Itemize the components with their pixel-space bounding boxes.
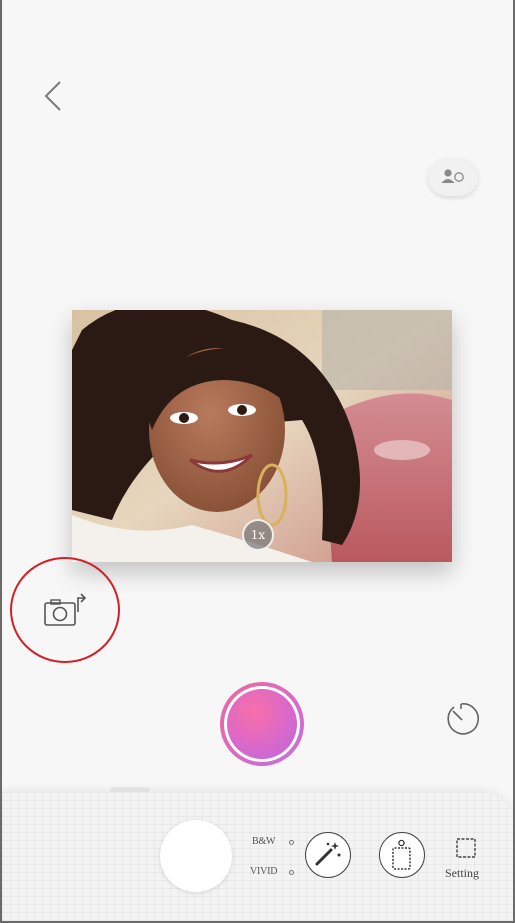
camera-screen: 1x B&W VIVID Setting xyxy=(0,0,515,923)
filter-preview-thumbnail[interactable] xyxy=(160,820,232,892)
effects-button[interactable] xyxy=(305,832,351,878)
zoom-level-button[interactable]: 1x xyxy=(242,519,274,551)
back-button[interactable] xyxy=(38,76,72,116)
magic-wand-icon xyxy=(315,842,341,866)
shutter-button[interactable] xyxy=(220,682,304,766)
bw-filter-radio[interactable] xyxy=(289,840,294,845)
bottom-panel xyxy=(2,792,513,921)
chevron-left-icon xyxy=(44,81,61,111)
camera-flip-icon xyxy=(44,593,87,626)
portrait-mode-icon xyxy=(441,169,464,183)
setting-button[interactable] xyxy=(454,836,478,860)
frame-print-icon xyxy=(392,839,411,870)
shutter-ring xyxy=(224,686,300,762)
flip-camera-button[interactable] xyxy=(42,592,92,632)
setting-square-icon xyxy=(456,838,476,858)
timer-button[interactable] xyxy=(440,698,482,740)
bw-filter-label[interactable]: B&W xyxy=(252,836,275,847)
frame-print-button[interactable] xyxy=(379,832,425,878)
timer-icon xyxy=(447,703,480,735)
setting-label[interactable]: Setting xyxy=(445,866,479,881)
portrait-mode-toggle[interactable] xyxy=(428,158,478,196)
shutter-core xyxy=(227,689,297,759)
vivid-filter-radio[interactable] xyxy=(289,870,294,875)
vivid-filter-label[interactable]: VIVID xyxy=(250,866,278,877)
